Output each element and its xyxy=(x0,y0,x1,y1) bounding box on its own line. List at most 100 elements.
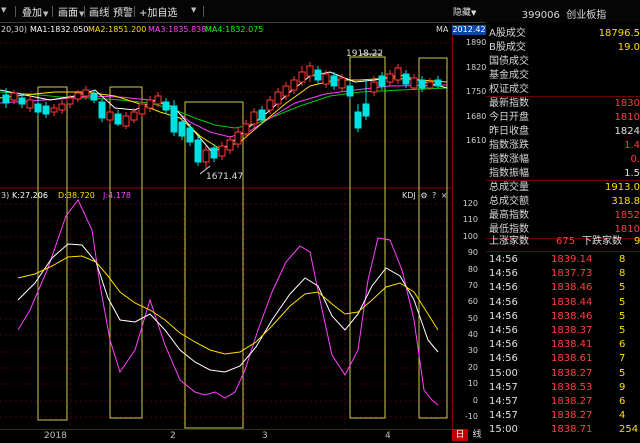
tick-volume: 5 xyxy=(619,325,626,336)
quote-value: 318.8 xyxy=(611,196,640,207)
price-tick-label: 1820 xyxy=(466,62,487,72)
quote-label: 指数涨幅 xyxy=(489,154,529,165)
tick-price: 1838.37 xyxy=(551,325,593,336)
tick-time: 14:56 xyxy=(489,353,518,365)
toolbar-divider xyxy=(84,6,85,17)
kdj-label[interactable]: KDJ xyxy=(402,191,416,200)
date-label: 2018 xyxy=(44,431,67,441)
overlay-menu[interactable]: 叠加▼ xyxy=(22,4,48,19)
tick-volume: 9 xyxy=(619,381,626,393)
tick-row: 14:56 1838.44 5 xyxy=(489,296,640,310)
quote-row: 总成交量 1913.0 xyxy=(489,181,640,195)
kdj-d-line xyxy=(17,255,439,355)
tick-price: 1838.44 xyxy=(551,296,593,308)
candle-body xyxy=(194,139,202,163)
chart-canvas[interactable]: 1918.22 1671.47 xyxy=(0,22,452,429)
caret-down-icon: ▼ xyxy=(1,6,7,14)
candle-body xyxy=(130,111,138,121)
quote-label: 权证成交 xyxy=(489,84,529,95)
security-title: 399006 创业板指 xyxy=(488,6,640,21)
candle-body xyxy=(354,111,362,129)
tick-time: 14:56 xyxy=(489,282,518,294)
quote-row: 昨日收盘 1824 xyxy=(489,125,640,139)
ma1-value: MA1:1832.050 xyxy=(30,25,89,34)
divider xyxy=(486,251,640,252)
highlight-box xyxy=(418,57,448,419)
draw-line-button[interactable]: 画线 xyxy=(89,4,109,19)
tab-daily[interactable]: 日 xyxy=(452,429,468,441)
quote-value: 1913.0 xyxy=(605,182,640,193)
low-annotation-label: 1671.47 xyxy=(206,172,243,182)
quote-row: A股成交 18796.5 xyxy=(489,27,640,41)
tick-time: 14:56 xyxy=(489,296,518,308)
candle-body xyxy=(434,79,442,87)
toolbar-divider xyxy=(134,6,135,17)
tick-price: 1838.27 xyxy=(551,396,593,407)
add-favorite-button[interactable]: +加自选 xyxy=(139,4,177,19)
tick-row: 14:57 1838.27 4 xyxy=(489,409,640,423)
quote-row: 指数涨跌 1.4 xyxy=(489,139,640,153)
candle-body xyxy=(146,99,154,109)
advancers-label: 上涨家数 xyxy=(489,236,529,247)
candle-body xyxy=(346,85,354,97)
price-tick-label: 1680 xyxy=(466,111,487,121)
help-icon[interactable]: ? xyxy=(432,191,436,200)
decliners-value: 9 xyxy=(634,236,640,247)
candle-body xyxy=(10,92,18,101)
price-tick-label: 1750 xyxy=(466,87,487,96)
quote-value: 1810 xyxy=(614,112,640,123)
ma-params: 20,30) xyxy=(1,25,28,34)
toolbar-leading-item[interactable]: ▼ xyxy=(0,4,6,15)
tab-line[interactable]: 线 xyxy=(469,429,485,441)
tick-row: 14:56 1837.73 8 xyxy=(489,267,640,281)
toolbar-divider xyxy=(203,6,204,17)
candle-body xyxy=(114,113,122,125)
price-tick-label: 1890 xyxy=(466,38,487,47)
tick-row: 14:56 1838.41 6 xyxy=(489,338,640,352)
gear-icon[interactable]: ⚙ xyxy=(420,191,427,200)
ma4-value: MA4:1832.075 xyxy=(205,25,264,34)
candle-body xyxy=(66,97,74,105)
tick-time: 14:56 xyxy=(489,325,518,336)
candle-body xyxy=(2,94,10,104)
ma-label: MA xyxy=(436,25,449,34)
quote-row: 最高指数 1852 xyxy=(489,209,640,223)
market-breadth: 上涨家数 675 下跌家数 9 xyxy=(489,235,640,249)
screen-menu[interactable]: 画面▼ xyxy=(58,4,84,19)
kdj-tick-label: 20 xyxy=(467,362,478,372)
candle-body xyxy=(290,79,298,91)
security-code: 399006 xyxy=(521,10,560,21)
overlay-menu-label: 叠加 xyxy=(22,8,42,19)
quote-row: 今日开盘 1810 xyxy=(489,111,640,125)
quote-row: 总成交额 318.8 xyxy=(489,195,640,209)
tick-row: 15:00 1838.71 254 xyxy=(489,423,640,437)
caret-down-icon: ▼ xyxy=(43,10,49,18)
tick-time: 15:00 xyxy=(489,424,518,436)
add-favorite-dropdown[interactable]: ▼ xyxy=(190,4,196,15)
tick-row: 14:56 1838.46 5 xyxy=(489,310,640,324)
ma3-value: MA3:1835.838 xyxy=(148,25,207,34)
candle-body xyxy=(258,109,266,121)
quote-value: 1830 xyxy=(614,98,640,109)
hide-panel-button[interactable]: 隐藏▼ xyxy=(453,5,476,18)
tick-volume: 6 xyxy=(619,339,626,351)
candle-body xyxy=(250,111,258,125)
advancers-value: 675 xyxy=(556,236,576,247)
kdj-tick-label: 80 xyxy=(467,264,478,274)
chart-area[interactable]: 1918.22 1671.47 xyxy=(0,22,453,429)
tick-time: 14:57 xyxy=(489,410,518,422)
close-icon[interactable]: × xyxy=(441,191,448,200)
kdj-tick-label: 0 xyxy=(472,395,478,405)
candle-body xyxy=(402,73,410,85)
quote-label: 基金成交 xyxy=(489,70,529,81)
tick-time: 14:57 xyxy=(489,396,518,407)
quote-label: 今日开盘 xyxy=(489,112,529,123)
tick-price: 1838.71 xyxy=(551,424,593,436)
kdj-j-value: J:4.178 xyxy=(103,191,131,200)
kdj-tick-label: -10 xyxy=(464,412,478,421)
alert-button[interactable]: 预警 xyxy=(113,4,133,19)
tick-time: 14:57 xyxy=(489,381,518,393)
quote-row: 最新指数 1830 xyxy=(489,97,640,111)
candle-body xyxy=(98,101,106,119)
candle-body xyxy=(162,101,170,111)
